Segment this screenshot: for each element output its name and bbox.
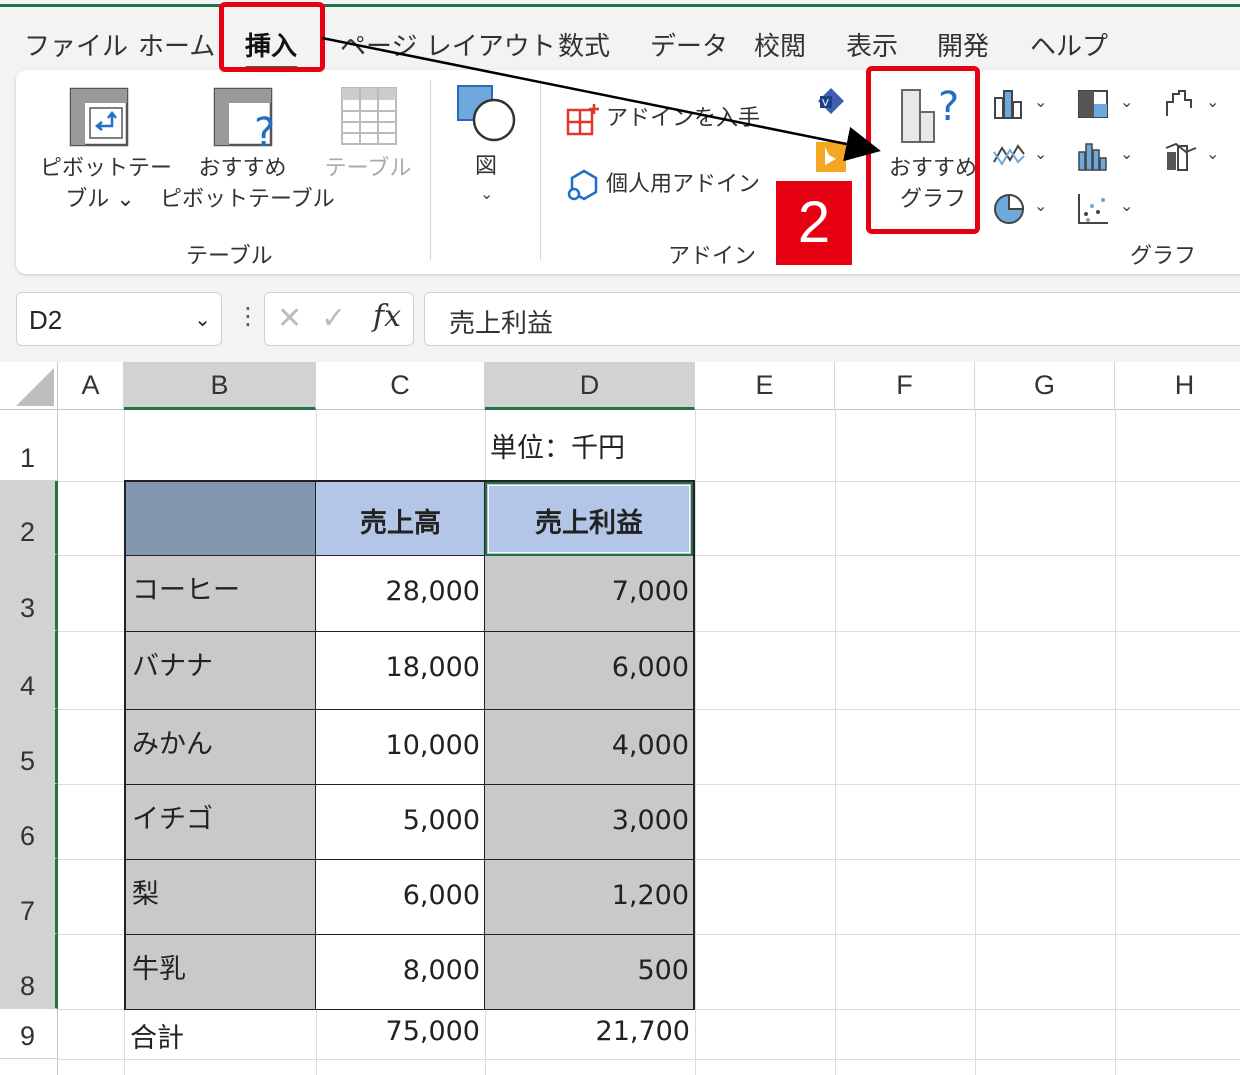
insert-function-icon[interactable]: fx xyxy=(373,299,401,334)
row-header-8[interactable]: 8 xyxy=(0,934,58,1009)
column-header-c[interactable]: C xyxy=(316,362,485,410)
gridline xyxy=(975,410,976,1075)
more-options-icon[interactable]: ⋮ xyxy=(236,302,260,330)
total-profit[interactable]: 21,700 xyxy=(485,1016,690,1047)
table-cell-profit[interactable]: 3,000 xyxy=(485,785,693,860)
table-cell-item[interactable]: コーヒー xyxy=(126,556,316,632)
unit-note[interactable]: 単位：千円 xyxy=(490,426,625,465)
chevron-down-icon[interactable]: ⌄ xyxy=(194,307,211,331)
header-cell-item[interactable] xyxy=(126,482,316,556)
gridline xyxy=(695,410,696,1075)
column-header-b[interactable]: B xyxy=(124,362,316,410)
row-header-2[interactable]: 2 xyxy=(0,481,58,555)
table-cell-item[interactable]: 牛乳 xyxy=(126,935,316,1009)
data-table: 売上高 売上利益 コーヒー 28,000 7,000 バナナ 18,000 6,000 みか… xyxy=(124,480,695,1010)
row-header-4[interactable]: 4 xyxy=(0,631,58,709)
select-all-corner[interactable] xyxy=(0,362,58,410)
row-header-9[interactable]: 9 xyxy=(0,1009,58,1059)
table-cell-sales[interactable]: 10,000 xyxy=(316,710,485,785)
table-cell-profit[interactable]: 1,200 xyxy=(485,860,693,935)
annotation-arrow xyxy=(321,36,881,162)
cancel-icon[interactable]: ✕ xyxy=(277,301,302,336)
table-cell-item[interactable]: バナナ xyxy=(126,632,316,710)
row-header-5[interactable]: 5 xyxy=(0,709,58,784)
table-cell-sales[interactable]: 18,000 xyxy=(316,632,485,710)
table-cell-sales[interactable]: 6,000 xyxy=(316,860,485,935)
row-header-6[interactable]: 6 xyxy=(0,784,58,859)
formula-input[interactable]: 売上利益 xyxy=(424,292,1240,346)
table-cell-sales[interactable]: 28,000 xyxy=(316,556,485,632)
table-cell-sales[interactable]: 8,000 xyxy=(316,935,485,1009)
table-cell-profit[interactable]: 4,000 xyxy=(485,710,693,785)
column-header-g[interactable]: G xyxy=(975,362,1115,410)
formula-controls: ✕ ✓ fx xyxy=(264,292,414,346)
enter-icon[interactable]: ✓ xyxy=(321,301,346,336)
table-cell-profit[interactable]: 500 xyxy=(485,935,693,1009)
gridline xyxy=(58,1059,1240,1060)
header-cell-profit[interactable]: 売上利益 xyxy=(485,482,693,556)
row-header-10[interactable] xyxy=(0,1059,58,1075)
column-header-d[interactable]: D xyxy=(485,362,695,410)
table-cell-profit[interactable]: 6,000 xyxy=(485,632,693,710)
table-cell-profit[interactable]: 7,000 xyxy=(485,556,693,632)
name-box-value: D2 xyxy=(29,305,63,335)
table-cell-sales[interactable]: 5,000 xyxy=(316,785,485,860)
row-header-1[interactable]: 1 xyxy=(0,410,58,481)
gridline xyxy=(835,410,836,1075)
row-header-3[interactable]: 3 xyxy=(0,555,58,631)
column-header-h[interactable]: H xyxy=(1115,362,1240,410)
column-header-f[interactable]: F xyxy=(835,362,975,410)
total-sales[interactable]: 75,000 xyxy=(316,1016,480,1047)
header-cell-sales[interactable]: 売上高 xyxy=(316,482,485,556)
total-label[interactable]: 合計 xyxy=(130,1016,184,1055)
column-header-e[interactable]: E xyxy=(695,362,835,410)
name-box[interactable]: D2 ⌄ xyxy=(16,292,222,346)
gridline xyxy=(1115,410,1116,1075)
row-header-7[interactable]: 7 xyxy=(0,859,58,934)
table-cell-item[interactable]: みかん xyxy=(126,710,316,785)
table-cell-item[interactable]: 梨 xyxy=(126,860,316,935)
column-header-a[interactable]: A xyxy=(58,362,124,410)
table-cell-item[interactable]: イチゴ xyxy=(126,785,316,860)
formula-value: 売上利益 xyxy=(449,309,554,339)
